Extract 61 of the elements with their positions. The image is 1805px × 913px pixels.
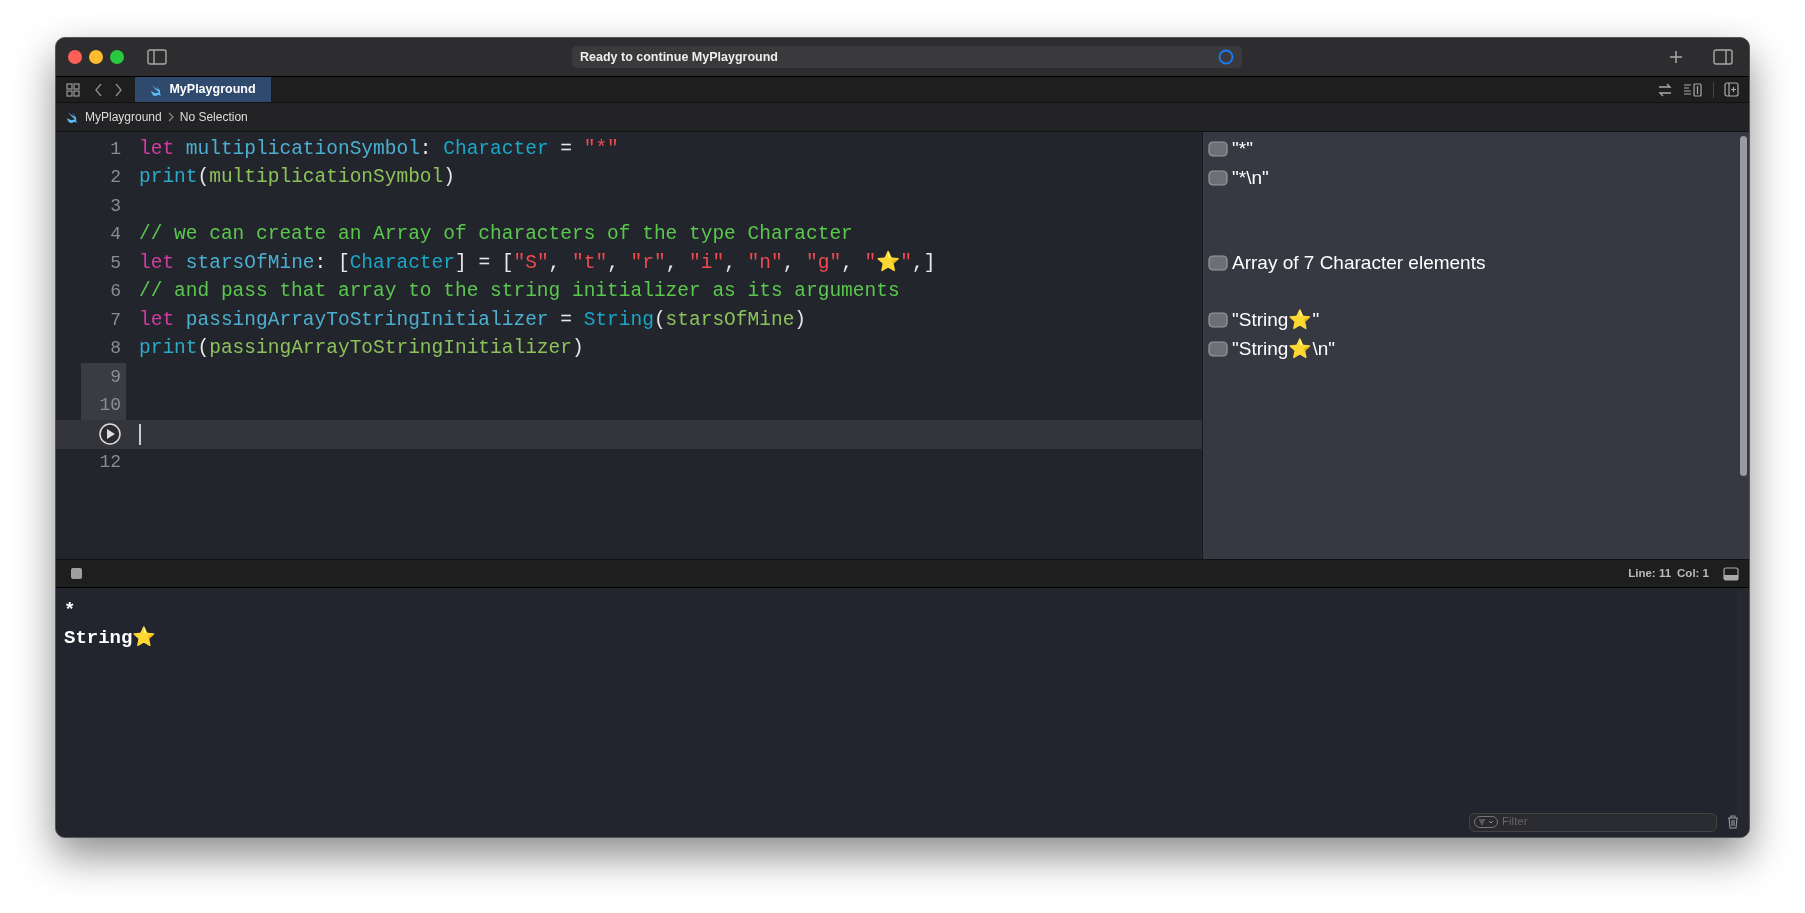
- result-value: "String⭐": [1232, 308, 1320, 332]
- minimize-window-button[interactable]: [89, 50, 103, 64]
- progress-spinner-icon: [1218, 49, 1234, 65]
- swap-arrows-icon[interactable]: [1657, 82, 1673, 97]
- code-line: let starsOfMine: [Character] = ["S", "t", "r", "i", "n", "g", "⭐",]: [139, 253, 936, 273]
- panel-toggle-icon[interactable]: [1723, 566, 1739, 581]
- quick-look-toggle-icon[interactable]: [1208, 340, 1228, 357]
- console-output-line: String⭐: [64, 625, 158, 651]
- line-number: 8: [110, 337, 121, 361]
- close-window-button[interactable]: [68, 50, 82, 64]
- trash-icon[interactable]: [1727, 815, 1739, 829]
- run-button[interactable]: [99, 423, 121, 446]
- line-number: 9: [110, 365, 121, 389]
- add-editor-icon[interactable]: [1724, 82, 1739, 97]
- cursor-line-label: Line: 11: [1628, 565, 1672, 581]
- quick-look-toggle-icon[interactable]: [1208, 255, 1228, 272]
- code-line: print(multiplicationSymbol): [139, 168, 455, 188]
- swift-icon: [66, 111, 79, 123]
- code-line: print(passingArrayToStringInitializer): [139, 339, 584, 359]
- quick-look-toggle-icon[interactable]: [1208, 169, 1228, 186]
- text-cursor: [139, 423, 141, 445]
- line-number: 4: [110, 223, 121, 247]
- line-number: 6: [110, 280, 121, 304]
- result-value: "*": [1232, 137, 1253, 161]
- code-line: // and pass that array to the string initializer as its arguments: [139, 282, 900, 302]
- inspector-toggle-icon[interactable]: [1713, 49, 1733, 65]
- code-line: // we can create an Array of characters of the type Character: [139, 225, 853, 245]
- quick-look-toggle-icon[interactable]: [1208, 141, 1228, 158]
- code-line: let passingArrayToStringInitializer = String(starsOfMine): [139, 310, 807, 330]
- line-number: 1: [110, 137, 121, 161]
- sidebar-toggle-icon[interactable]: [147, 49, 167, 65]
- line-number: 10: [99, 394, 121, 418]
- result-value: "*\n": [1232, 165, 1269, 190]
- filter-icon[interactable]: [1474, 816, 1498, 828]
- line-number: 7: [110, 308, 121, 332]
- filter-field[interactable]: Filter: [1502, 813, 1712, 831]
- filter-field[interactable]: Filter: [1469, 812, 1717, 832]
- line-number: 5: [110, 251, 121, 275]
- back-icon[interactable]: [94, 82, 103, 97]
- result-value: "String⭐\n": [1232, 336, 1335, 361]
- scrollbar-thumb[interactable]: [1739, 136, 1747, 476]
- activity-status-text: Ready to continue MyPlayground: [580, 48, 778, 66]
- line-number: 2: [110, 166, 121, 190]
- grid-icon[interactable]: [66, 82, 80, 97]
- swift-icon: [150, 83, 164, 96]
- cursor-column-label: Col: 1: [1677, 565, 1709, 581]
- line-number: 12: [99, 451, 121, 475]
- line-number: 3: [110, 194, 121, 218]
- add-icon[interactable]: [1669, 50, 1683, 64]
- editor-options-icon[interactable]: [1683, 82, 1703, 97]
- file-tab[interactable]: MyPlayground: [135, 77, 271, 102]
- zoom-window-button[interactable]: [110, 50, 124, 64]
- console-output-line: *: [64, 598, 77, 623]
- stop-button[interactable]: [71, 568, 82, 579]
- breadcrumb-item[interactable]: No Selection: [179, 108, 248, 126]
- breadcrumb-item[interactable]: MyPlayground: [85, 108, 162, 126]
- result-value: Array of 7 Character elements: [1232, 251, 1486, 275]
- code-line: let multiplicationSymbol: Character = "*": [139, 139, 619, 159]
- quick-look-toggle-icon[interactable]: [1208, 312, 1228, 329]
- forward-icon[interactable]: [114, 82, 123, 97]
- chevron-icon: [167, 112, 174, 122]
